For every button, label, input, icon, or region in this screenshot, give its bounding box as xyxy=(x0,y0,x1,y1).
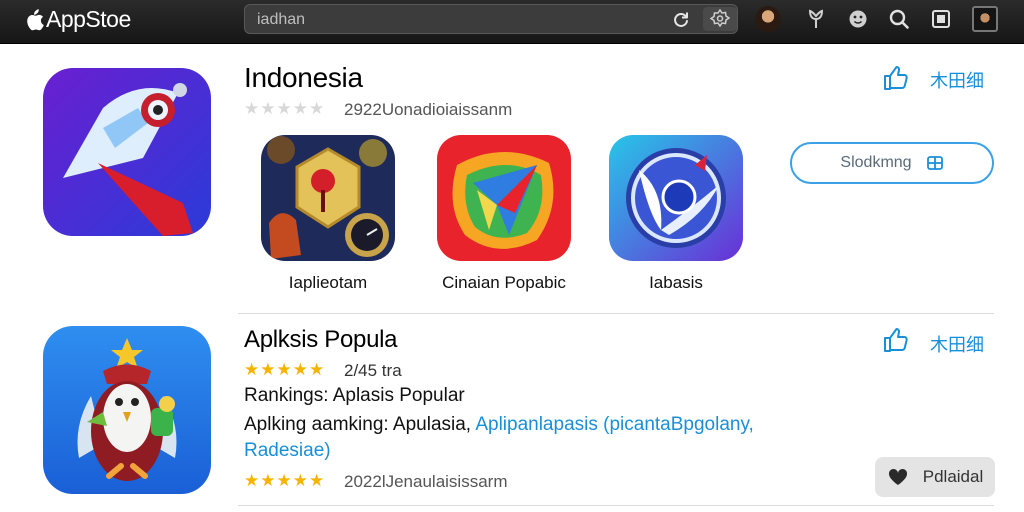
popular-title[interactable]: Aplksis Popula xyxy=(244,326,398,354)
popular-rating: ★ ★ ★ ★ ★ xyxy=(244,360,324,380)
app-tile-3-label[interactable]: Iabasis xyxy=(591,273,761,293)
ranking-link-continued[interactable]: Radesiae) xyxy=(244,440,331,462)
featured-like-label[interactable]: 木田细 xyxy=(930,67,984,93)
star-icon: ★ xyxy=(292,471,308,490)
settings-icon[interactable] xyxy=(703,7,737,31)
star-icon: ★ xyxy=(244,471,260,490)
star-icon: ★ xyxy=(244,360,260,379)
popular-meta: 2022lJenaulaisissarm xyxy=(344,472,508,491)
heart-icon xyxy=(888,468,907,485)
search-field[interactable]: iadhan xyxy=(244,4,738,34)
tulip-icon[interactable] xyxy=(803,6,829,32)
popular-rating-text: 2/45 tra xyxy=(344,361,402,380)
apple-icon xyxy=(27,8,44,30)
search-icon[interactable] xyxy=(886,6,912,32)
star-icon: ★ xyxy=(309,99,325,118)
popular-action-button[interactable]: Pdlaidal xyxy=(875,457,995,497)
user-avatar[interactable] xyxy=(755,6,781,32)
app-tile-2[interactable] xyxy=(437,135,571,261)
featured-rating: ★ ★ ★ ★ ★ xyxy=(244,99,324,119)
star-icon: ★ xyxy=(309,360,325,379)
profile-avatar[interactable] xyxy=(972,6,998,32)
brand-title: AppStoe xyxy=(46,6,131,32)
featured-app-icon[interactable] xyxy=(43,68,211,236)
section-divider xyxy=(238,313,994,314)
ranking-detail-text: Aplking aamking: Apulasia, xyxy=(244,414,472,435)
popular-action-label: Pdlaidal xyxy=(922,467,984,486)
app-tile-1[interactable] xyxy=(261,135,395,261)
star-icon: ★ xyxy=(276,471,292,490)
star-icon: ★ xyxy=(244,99,260,118)
thumbs-up-icon[interactable] xyxy=(882,326,910,354)
star-icon: ★ xyxy=(276,99,292,118)
ranking-detail-line: Aplking aamking: Apulasia, Aplipanlapasi… xyxy=(244,414,754,436)
featured-action-button[interactable]: Slodkmng xyxy=(790,142,994,184)
grid-icon xyxy=(926,156,943,170)
star-icon: ★ xyxy=(292,360,308,379)
popular-like-label[interactable]: 木田细 xyxy=(930,331,984,357)
star-icon: ★ xyxy=(260,471,276,490)
top-bar: AppStoe iadhan xyxy=(0,0,1024,44)
window-icon[interactable] xyxy=(928,6,954,32)
featured-meta: 2922Uonadioiaissanm xyxy=(344,100,513,119)
app-tile-3[interactable] xyxy=(609,135,743,261)
app-store-logo[interactable]: AppStoe xyxy=(24,6,131,33)
thumbs-up-icon[interactable] xyxy=(882,64,910,92)
popular-app-icon[interactable] xyxy=(43,326,211,494)
app-tile-2-label[interactable]: Cinaian Popabic xyxy=(419,273,589,293)
search-input[interactable]: iadhan xyxy=(257,11,305,29)
star-icon: ★ xyxy=(260,99,276,118)
rankings-line: Rankings: Aplasis Popular xyxy=(244,385,465,406)
featured-action-label: Slodkmng xyxy=(840,154,912,171)
ranking-link[interactable]: Aplipanlapasis (picantaBpgolany, xyxy=(475,414,754,435)
featured-title[interactable]: Indonesia xyxy=(244,62,363,94)
refresh-icon[interactable] xyxy=(671,10,691,30)
smiley-icon[interactable] xyxy=(845,6,871,32)
popular-rating-bottom: ★ ★ ★ ★ ★ xyxy=(244,471,324,491)
star-icon: ★ xyxy=(292,99,308,118)
star-icon: ★ xyxy=(276,360,292,379)
app-tile-1-label[interactable]: Iaplieotam xyxy=(243,273,413,293)
section-divider xyxy=(238,505,994,506)
star-icon: ★ xyxy=(309,471,325,490)
star-icon: ★ xyxy=(260,360,276,379)
